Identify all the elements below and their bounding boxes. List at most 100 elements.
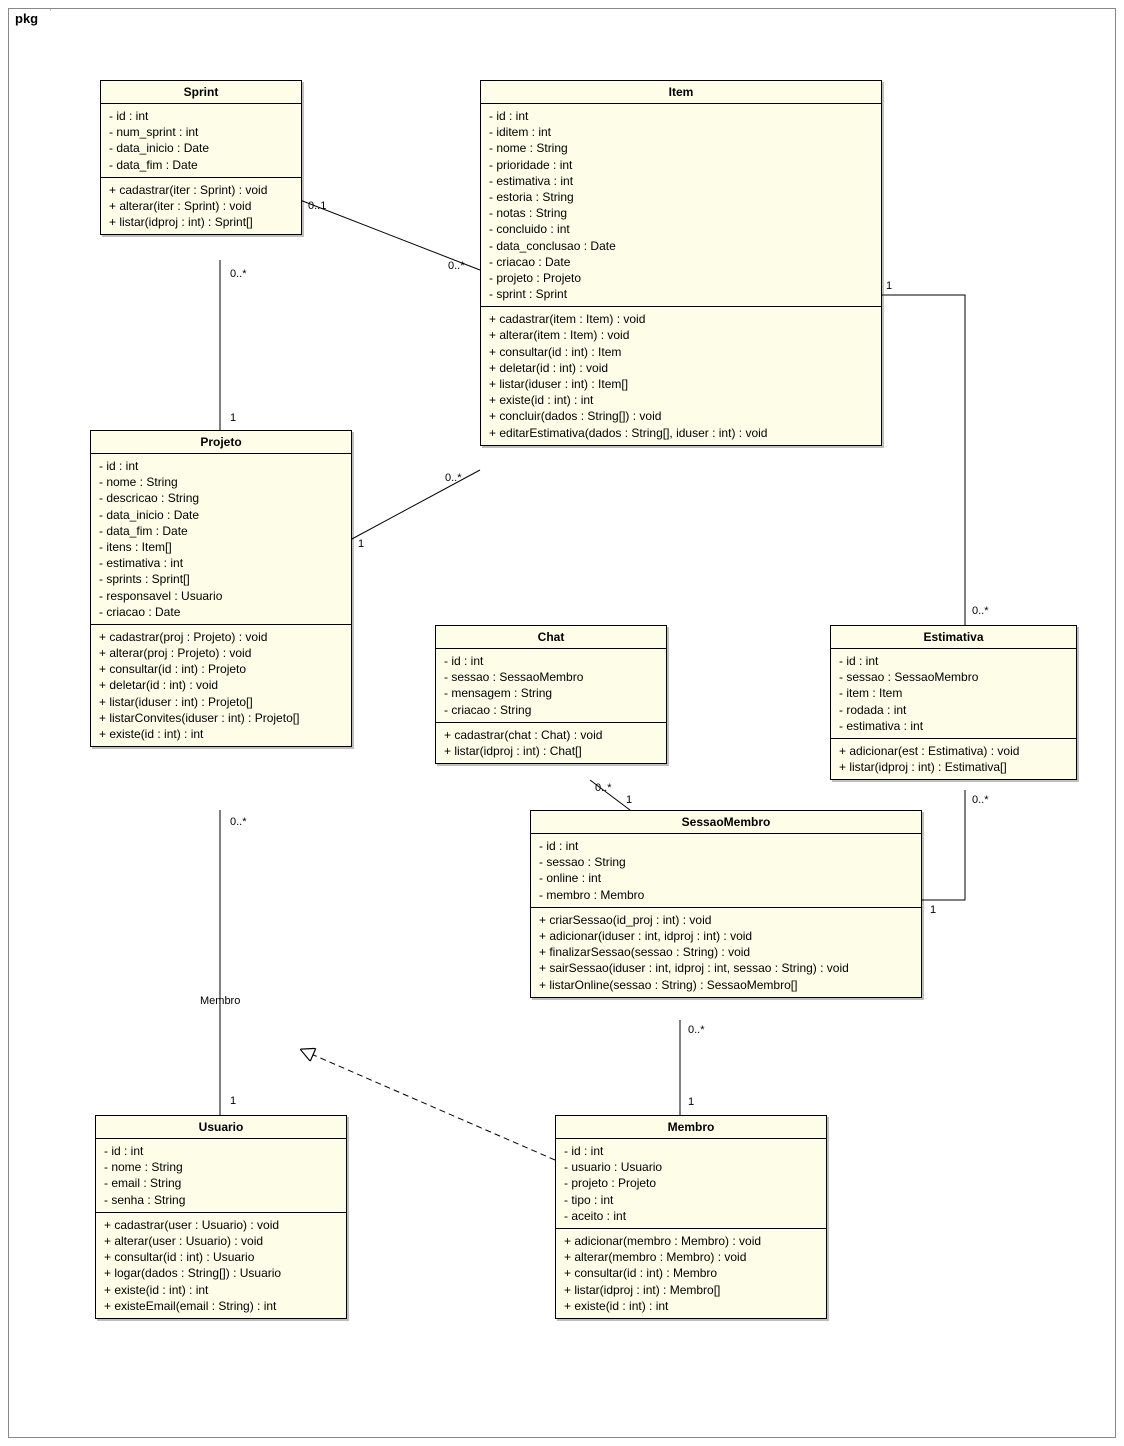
class-member-row: + listar(idproj : int) : Sprint[] [109,214,293,230]
class-member-row: + listarOnline(sessao : String) : Sessao… [539,977,913,993]
class-membro-title: Membro [556,1116,826,1139]
class-member-row: + listar(idproj : int) : Chat[] [444,743,658,759]
class-member-row: - estimativa : int [99,555,343,571]
mult-sprint-item-item: 0..* [448,260,465,272]
class-member-row: + adicionar(est : Estimativa) : void [839,743,1068,759]
class-member-row: + cadastrar(chat : Chat) : void [444,727,658,743]
mult-estimativa-sessao-estimativa: 0..* [972,794,989,806]
class-sprint: Sprint - id : int- num_sprint : int- dat… [100,80,302,235]
mult-estimativa-sessao-sessao: 1 [930,904,936,916]
class-sprint-ops: + cadastrar(iter : Sprint) : void+ alter… [101,178,301,235]
class-member-row: - projeto : Projeto [564,1175,818,1191]
mult-projeto-item-projeto: 1 [358,538,364,550]
class-projeto-title: Projeto [91,431,351,454]
class-member-row: + existe(id : int) : int [99,726,343,742]
class-member-row: - item : Item [839,685,1068,701]
class-estimativa: Estimativa - id : int- sessao : SessaoMe… [830,625,1077,780]
class-item-attrs: - id : int- iditem : int- nome : String-… [481,104,881,307]
class-member-row: - sessao : SessaoMembro [444,669,658,685]
class-member-row: + listar(iduser : int) : Item[] [489,376,873,392]
class-member-row: - iditem : int [489,124,873,140]
class-membro-ops: + adicionar(membro : Membro) : void+ alt… [556,1229,826,1318]
class-member-row: - data_conclusao : Date [489,238,873,254]
class-member-row: - id : int [539,838,913,854]
class-usuario-attrs: - id : int- nome : String- email : Strin… [96,1139,346,1213]
class-member-row: - mensagem : String [444,685,658,701]
class-membro: Membro - id : int- usuario : Usuario- pr… [555,1115,827,1319]
class-member-row: + alterar(membro : Membro) : void [564,1249,818,1265]
class-member-row: - sessao : String [539,854,913,870]
class-member-row: - usuario : Usuario [564,1159,818,1175]
class-member-row: - membro : Membro [539,887,913,903]
class-member-row: - nome : String [104,1159,338,1175]
class-member-row: + editarEstimativa(dados : String[], idu… [489,425,873,441]
class-member-row: - id : int [839,653,1068,669]
class-member-row: - sprints : Sprint[] [99,571,343,587]
mult-projeto-item-item: 0..* [445,472,462,484]
mult-chat-sessao-chat: 0..* [595,782,612,794]
class-member-row: + concluir(dados : String[]) : void [489,408,873,424]
class-chat-ops: + cadastrar(chat : Chat) : void+ listar(… [436,723,666,763]
class-member-row: - descricao : String [99,490,343,506]
class-member-row: - id : int [564,1143,818,1159]
package-tab: pkg [8,8,51,28]
class-member-row: + deletar(id : int) : void [99,677,343,693]
class-member-row: - notas : String [489,205,873,221]
class-member-row: - responsavel : Usuario [99,588,343,604]
class-member-row: + finalizarSessao(sessao : String) : voi… [539,944,913,960]
class-member-row: - rodada : int [839,702,1068,718]
class-member-row: - criacao : Date [99,604,343,620]
class-member-row: - prioridade : int [489,157,873,173]
mult-sprint-projeto-projeto: 1 [230,412,236,424]
class-member-row: + deletar(id : int) : void [489,360,873,376]
mult-projeto-usuario-projeto: 0..* [230,816,247,828]
class-member-row: - data_fim : Date [99,523,343,539]
class-member-row: - criacao : Date [489,254,873,270]
class-member-row: - criacao : String [444,702,658,718]
class-usuario-title: Usuario [96,1116,346,1139]
class-member-row: - num_sprint : int [109,124,293,140]
class-member-row: + criarSessao(id_proj : int) : void [539,912,913,928]
class-member-row: - data_fim : Date [109,157,293,173]
class-member-row: - id : int [104,1143,338,1159]
class-member-row: + listar(idproj : int) : Membro[] [564,1282,818,1298]
class-member-row: - sessao : SessaoMembro [839,669,1068,685]
class-member-row: + adicionar(iduser : int, idproj : int) … [539,928,913,944]
class-membro-attrs: - id : int- usuario : Usuario- projeto :… [556,1139,826,1229]
class-member-row: + alterar(item : Item) : void [489,327,873,343]
class-usuario: Usuario - id : int- nome : String- email… [95,1115,347,1319]
class-usuario-ops: + cadastrar(user : Usuario) : void+ alte… [96,1213,346,1318]
class-projeto-ops: + cadastrar(proj : Projeto) : void+ alte… [91,625,351,746]
class-member-row: - email : String [104,1175,338,1191]
class-estimativa-title: Estimativa [831,626,1076,649]
class-member-row: + logar(dados : String[]) : Usuario [104,1265,338,1281]
class-member-row: - nome : String [99,474,343,490]
class-sessaomembro-attrs: - id : int- sessao : String- online : in… [531,834,921,908]
class-member-row: - nome : String [489,140,873,156]
class-member-row: + existe(id : int) : int [564,1298,818,1314]
class-member-row: + existe(id : int) : int [489,392,873,408]
mult-sprint-projeto-sprint: 0..* [230,268,247,280]
class-member-row: - senha : String [104,1192,338,1208]
class-member-row: - projeto : Projeto [489,270,873,286]
class-member-row: + existeEmail(email : String) : int [104,1298,338,1314]
class-member-row: - id : int [109,108,293,124]
class-member-row: - tipo : int [564,1192,818,1208]
class-estimativa-attrs: - id : int- sessao : SessaoMembro- item … [831,649,1076,739]
class-item-ops: + cadastrar(item : Item) : void+ alterar… [481,307,881,445]
class-chat-title: Chat [436,626,666,649]
class-projeto-attrs: - id : int- nome : String- descricao : S… [91,454,351,625]
class-sprint-title: Sprint [101,81,301,104]
class-member-row: - data_inicio : Date [109,140,293,156]
class-member-row: - estoria : String [489,189,873,205]
class-member-row: - aceito : int [564,1208,818,1224]
mult-sessao-membro-sessao: 0..* [688,1024,705,1036]
class-member-row: - online : int [539,870,913,886]
class-member-row: - estimativa : int [489,173,873,189]
class-member-row: + listar(iduser : int) : Projeto[] [99,694,343,710]
class-member-row: - itens : Item[] [99,539,343,555]
class-sessaomembro-ops: + criarSessao(id_proj : int) : void+ adi… [531,908,921,997]
class-member-row: + listarConvites(iduser : int) : Projeto… [99,710,343,726]
mult-projeto-usuario-usuario: 1 [230,1095,236,1107]
class-sprint-attrs: - id : int- num_sprint : int- data_inici… [101,104,301,178]
